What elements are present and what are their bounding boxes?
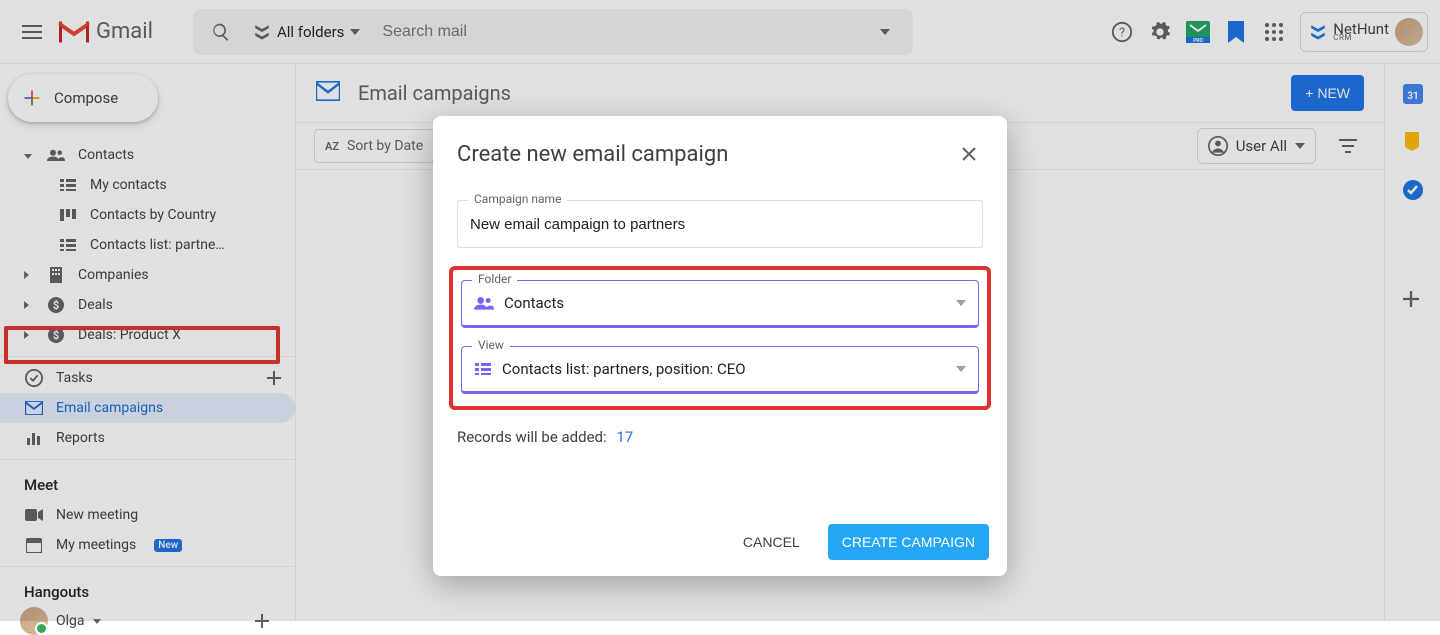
campaign-name-field[interactable]: Campaign name <box>457 200 983 248</box>
create-campaign-modal: Create new email campaign Campaign name … <box>433 116 1007 576</box>
field-label: Campaign name <box>468 192 567 206</box>
records-count: 17 <box>616 428 633 446</box>
create-campaign-button[interactable]: CREATE CAMPAIGN <box>828 524 989 560</box>
list-icon <box>474 363 492 375</box>
annotation-highlight: Folder Contacts View Contacts list: part… <box>449 266 991 410</box>
folder-select[interactable]: Folder Contacts <box>461 280 979 328</box>
chevron-down-icon <box>956 300 966 306</box>
cancel-button[interactable]: CANCEL <box>733 524 810 560</box>
view-value: Contacts list: partners, position: CEO <box>502 360 956 378</box>
people-icon <box>474 296 494 310</box>
close-button[interactable] <box>955 140 983 168</box>
view-select[interactable]: View Contacts list: partners, position: … <box>461 346 979 394</box>
chevron-down-icon <box>956 366 966 372</box>
modal-title: Create new email campaign <box>457 142 728 167</box>
records-label: Records will be added: <box>457 428 607 446</box>
field-label: Folder <box>472 272 517 286</box>
field-label: View <box>472 338 510 352</box>
records-summary: Records will be added: 17 <box>457 424 983 446</box>
close-icon <box>962 147 976 161</box>
folder-value: Contacts <box>504 294 956 312</box>
campaign-name-input[interactable] <box>470 216 970 233</box>
